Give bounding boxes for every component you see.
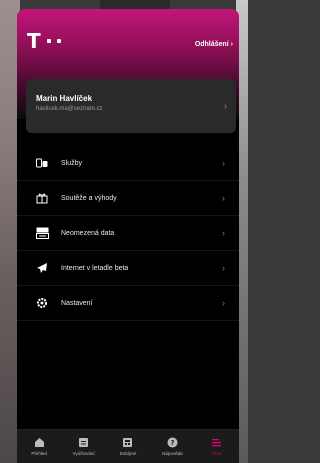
svg-text:?: ? (170, 439, 174, 447)
menu-item-internet-v-letadle[interactable]: Internet v letadle beta › (17, 251, 239, 286)
menu-list: Služby › Soutěže a výhody › Neomezená da… (17, 146, 239, 321)
more-icon (211, 437, 222, 448)
nav-item-dobijeni[interactable]: Dobíjení (108, 437, 148, 456)
telekom-logo: T (27, 31, 61, 51)
gear-icon (35, 296, 49, 310)
airplane-icon (35, 261, 49, 275)
logout-label: Odhlášení (194, 41, 229, 48)
menu-item-label: Soutěže a výhody (61, 194, 117, 202)
user-name: Marin Havlíček (36, 94, 93, 103)
unlimited-data-icon (35, 226, 49, 240)
menu-item-label: Internet v letadle beta (61, 264, 129, 272)
chevron-right-icon: › (222, 228, 225, 238)
menu-item-label: Služby (61, 159, 83, 167)
nav-item-vice[interactable]: Více (197, 437, 237, 456)
nav-label: Více (212, 451, 222, 456)
billing-icon (78, 437, 89, 448)
nav-label: Nápověda (162, 451, 183, 456)
chevron-right-icon: › (222, 158, 225, 168)
app-screen: T Odhlášení › Marin Havlíček havlicek.ma… (17, 9, 239, 463)
nav-item-napoveda[interactable]: ? Nápověda (152, 437, 192, 456)
user-profile-card[interactable]: Marin Havlíček havlicek.ma@seznam.cz › (26, 79, 236, 133)
menu-item-souteze[interactable]: Soutěže a výhody › (17, 181, 239, 216)
gift-icon (35, 191, 49, 205)
user-email: havlicek.ma@seznam.cz (36, 106, 103, 112)
bottom-navigation: Přehled Vyúčtování Dobíjení ? Nápověda V… (17, 429, 239, 463)
logo-dot (46, 39, 51, 43)
chevron-right-icon: › (222, 263, 225, 273)
nav-item-prehled[interactable]: Přehled (19, 437, 59, 456)
chevron-right-icon: › (222, 298, 225, 308)
home-icon (34, 437, 45, 448)
header: T Odhlášení › Marin Havlíček havlicek.ma… (17, 9, 239, 133)
chevron-right-icon: › (230, 41, 233, 48)
nav-item-vyuctovani[interactable]: Vyúčtování (64, 437, 104, 456)
menu-item-nastaveni[interactable]: Nastavení › (17, 286, 239, 321)
logout-button[interactable]: Odhlášení › (195, 41, 233, 48)
logo-t: T (27, 29, 41, 53)
menu-item-neomezena-data[interactable]: Neomezená data › (17, 216, 239, 251)
help-icon: ? (167, 437, 178, 448)
chevron-right-icon: › (224, 101, 227, 111)
chevron-right-icon: › (222, 193, 225, 203)
menu-item-label: Nastavení (61, 299, 93, 307)
nav-label: Přehled (31, 451, 47, 456)
menu-item-label: Neomezená data (61, 229, 115, 237)
nav-label: Vyúčtování (72, 451, 95, 456)
nav-label: Dobíjení (119, 451, 137, 456)
logo-dot (56, 39, 61, 43)
topup-icon (122, 437, 133, 448)
menu-item-sluzby[interactable]: Služby › (17, 146, 239, 181)
sim-services-icon (35, 156, 49, 170)
